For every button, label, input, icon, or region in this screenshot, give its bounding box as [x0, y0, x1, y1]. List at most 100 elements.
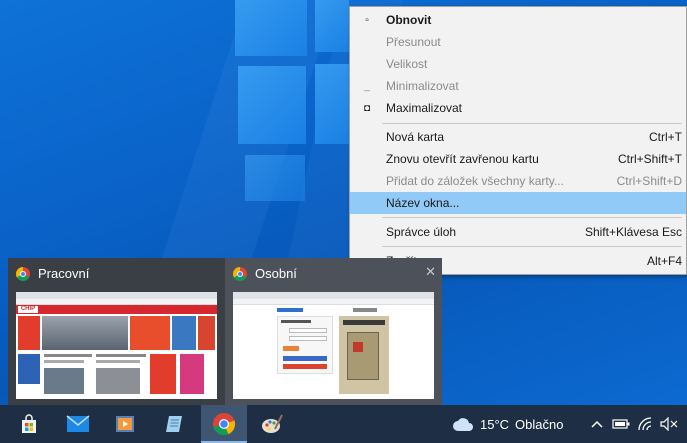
- preview-text-line: [343, 320, 385, 325]
- volume-indicator[interactable]: [657, 405, 681, 443]
- menu-item-label: Správce úloh: [386, 225, 457, 239]
- menu-item-new-tab[interactable]: Nová karta Ctrl+T: [350, 126, 686, 148]
- network-indicator[interactable]: [634, 405, 656, 443]
- maximize-icon: ◘: [363, 102, 371, 114]
- show-hidden-icons-button[interactable]: [587, 405, 607, 443]
- store-icon: [22, 414, 36, 433]
- menu-item-maximize[interactable]: ◘ Maximalizovat: [350, 97, 686, 119]
- desktop-icon-partial: [0, 330, 8, 360]
- menu-item-shortcut: Ctrl+T: [649, 130, 682, 144]
- preview-text-line: [44, 354, 92, 357]
- taskbar-app-mail[interactable]: [55, 405, 101, 443]
- chrome-icon: [16, 266, 30, 281]
- menu-item-size[interactable]: Velikost: [350, 53, 686, 75]
- taskbar: 15°C Oblačno: [0, 405, 687, 443]
- taskbar-app-store[interactable]: [6, 405, 52, 443]
- battery-indicator[interactable]: [610, 405, 632, 443]
- window-thumbnail-personal[interactable]: Osobní ✕: [225, 258, 442, 405]
- preview-input: [289, 328, 327, 333]
- preview-button: [283, 346, 299, 351]
- menu-item-reopen-closed-tab[interactable]: Znovu otevřít zavřenou kartu Ctrl+Shift+…: [350, 148, 686, 170]
- menu-item-minimize[interactable]: _ Minimalizovat: [350, 75, 686, 97]
- menu-item-shortcut: Shift+Klávesa Esc: [584, 225, 682, 239]
- window-context-menu: ▫ Obnovit Přesunout Velikost _ Minimaliz…: [349, 6, 687, 275]
- taskbar-app-paint[interactable]: [249, 405, 295, 443]
- chevron-up-icon: [591, 420, 603, 428]
- chrome-icon: [233, 266, 247, 281]
- preview-tabstrip: [16, 292, 217, 299]
- weather-widget[interactable]: 15°C Oblačno: [452, 405, 563, 443]
- preview-magazine-cover: [150, 354, 176, 394]
- menu-separator: [382, 123, 682, 124]
- thumbnail-title-text: Osobní: [255, 266, 297, 281]
- menu-item-label: Maximalizovat: [386, 101, 463, 115]
- preview-input: [289, 336, 327, 341]
- menu-item-shortcut: Ctrl+Shift+D: [616, 174, 682, 188]
- preview-text-line: [44, 360, 84, 363]
- battery-icon: [612, 419, 630, 429]
- taskbar-app-notepad[interactable]: [152, 405, 198, 443]
- chrome-icon: [213, 413, 236, 436]
- preview-magazine-cover: [172, 316, 196, 350]
- window-thumbnail-work[interactable]: Pracovní CHIP: [8, 258, 225, 405]
- menu-item-move[interactable]: Přesunout: [350, 31, 686, 53]
- preview-advert-image: [353, 342, 363, 352]
- window-pane: [315, 0, 349, 52]
- preview-article-image: [42, 316, 128, 350]
- cloud-icon: [453, 418, 473, 431]
- window-pane: [235, 0, 307, 56]
- preview-site-header: [16, 305, 217, 314]
- preview-magazine-cover: [198, 316, 215, 350]
- menu-item-label: Znovu otevřít zavřenou kartu: [386, 152, 539, 166]
- wifi-icon: [638, 417, 652, 431]
- notepad-icon: [166, 416, 182, 432]
- preview-button: [283, 356, 327, 361]
- window-preview: [233, 292, 434, 399]
- preview-tabstrip: [233, 292, 434, 299]
- taskbar-app-chrome[interactable]: [201, 405, 247, 443]
- preview-text-line: [353, 308, 377, 312]
- preview-text-line: [96, 360, 140, 363]
- preview-magazine-cover: [18, 354, 40, 384]
- preview-article-image: [44, 368, 84, 394]
- taskbar-thumbnail-panel: Pracovní CHIP Osobní ✕: [8, 258, 442, 405]
- menu-item-shortcut: Alt+F4: [646, 254, 682, 268]
- taskbar-app-video-editor[interactable]: [102, 405, 148, 443]
- menu-item-label: Minimalizovat: [386, 79, 459, 93]
- menu-item-label: Nová karta: [386, 130, 445, 144]
- thumbnail-title: Osobní: [233, 266, 297, 281]
- menu-item-restore[interactable]: ▫ Obnovit: [350, 9, 686, 31]
- menu-item-label: Přesunout: [386, 35, 441, 49]
- preview-magazine-cover: [18, 316, 40, 350]
- weather-temperature: 15°C: [480, 416, 510, 432]
- speaker-muted-icon: [660, 417, 678, 431]
- menu-item-bookmark-all-tabs[interactable]: Přidat do záložek všechny karty... Ctrl+…: [350, 170, 686, 192]
- preview-site-logo: [277, 308, 303, 312]
- menu-item-name-window[interactable]: Název okna...: [350, 192, 686, 214]
- paint-icon: [262, 414, 283, 433]
- video-editor-icon: [116, 416, 134, 432]
- menu-item-label: Název okna...: [386, 196, 460, 210]
- preview-site-logo: CHIP: [18, 306, 38, 313]
- window-pane: [245, 155, 305, 201]
- menu-item-label: Obnovit: [386, 13, 432, 27]
- preview-address-bar: [233, 299, 434, 305]
- preview-advert-image: [347, 332, 379, 380]
- window-pane: [315, 64, 349, 144]
- preview-article-image: [96, 368, 140, 394]
- preview-magazine-cover: [180, 354, 204, 394]
- preview-text-line: [96, 354, 146, 357]
- preview-text-line: [281, 320, 311, 323]
- weather-condition: Oblačno: [515, 416, 564, 432]
- menu-item-label: Velikost: [386, 57, 428, 71]
- menu-item-label: Přidat do záložek všechny karty...: [386, 174, 564, 188]
- window-preview: CHIP: [16, 292, 217, 399]
- close-icon[interactable]: ✕: [425, 264, 436, 280]
- menu-item-task-manager[interactable]: Správce úloh Shift+Klávesa Esc: [350, 221, 686, 243]
- mail-icon: [66, 415, 90, 432]
- thumbnail-title: Pracovní: [16, 266, 89, 281]
- window-pane: [238, 66, 306, 144]
- minimize-icon: _: [364, 80, 370, 92]
- preview-button: [283, 364, 327, 369]
- menu-item-shortcut: Ctrl+Shift+T: [617, 152, 682, 166]
